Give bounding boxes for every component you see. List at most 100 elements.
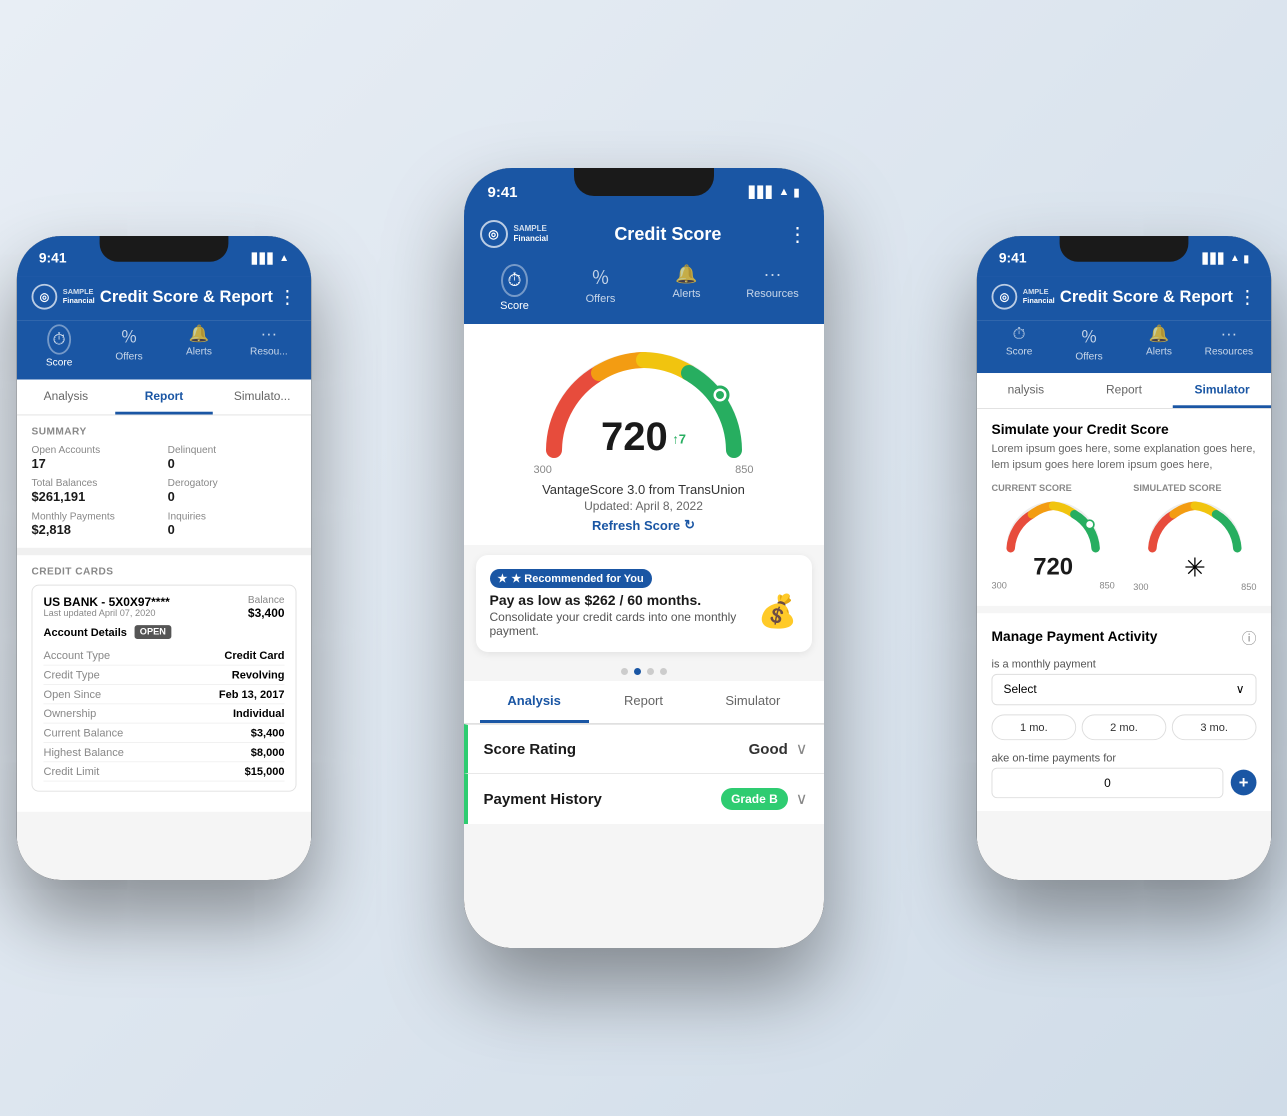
- logo-text-right: AMPLE Financial: [1022, 288, 1054, 306]
- card-account-header: US BANK - 5X0X97**** Last updated April …: [43, 595, 284, 620]
- manage-payment-title: Manage Payment Activity: [991, 629, 1157, 645]
- score-change: ↑7: [672, 432, 686, 447]
- status-icons-right: ▋▋▋ ▲ ▮: [1202, 252, 1248, 264]
- tab-alerts-right[interactable]: 🔔 Alerts: [1131, 324, 1186, 362]
- wifi-icon: ▲: [279, 253, 289, 264]
- score-rating-label: Score Rating: [484, 741, 577, 758]
- analysis-tab-report[interactable]: Report: [589, 681, 698, 723]
- tab-score-center[interactable]: ⏱ Score: [485, 264, 545, 312]
- tab-offers-right[interactable]: ％ Offers: [1061, 324, 1116, 362]
- current-score-label: CURRENT SCORE: [991, 483, 1114, 493]
- tab-resources-right[interactable]: ··· Resources: [1201, 324, 1256, 362]
- score-rating-chevron: ∨: [796, 739, 808, 759]
- detail-current-balance: Current Balance $3,400: [43, 724, 284, 743]
- status-icons-center: ▋▋▋ ▲ ▮: [749, 186, 799, 199]
- summary-delinquent: Delinquent 0: [167, 445, 296, 471]
- tab-nav-right: ⏱ Score ％ Offers 🔔 Alerts ··· Resources: [976, 321, 1270, 373]
- chip-3mo[interactable]: 3 mo.: [1171, 714, 1256, 740]
- tab-resources-left[interactable]: ··· Resou...: [241, 324, 296, 368]
- chip-1mo[interactable]: 1 mo.: [991, 714, 1076, 740]
- menu-icon-left[interactable]: ⋮: [278, 285, 296, 308]
- tab-resources-center[interactable]: ··· Resources: [743, 264, 803, 312]
- tab-alerts-left[interactable]: 🔔 Alerts: [171, 324, 226, 368]
- resources-tab-icon-center: ···: [764, 264, 782, 285]
- tab-offers-label-center: Offers: [586, 293, 616, 305]
- dot-3[interactable]: [647, 668, 654, 675]
- simulated-gauge-svg: [1133, 497, 1256, 552]
- phone-right: 9:41 ▋▋▋ ▲ ▮ ◎ AMPLE Financial Credit Sc…: [976, 236, 1270, 880]
- subtab-report-left[interactable]: Report: [114, 380, 212, 415]
- tab-score-label-center: Score: [500, 300, 529, 312]
- dot-1[interactable]: [621, 668, 628, 675]
- sim-title: Simulate your Credit Score: [991, 422, 1256, 438]
- analysis-tabs: Analysis Report Simulator: [464, 681, 824, 724]
- rec-badge: ★ ★ Recommended for You: [490, 569, 652, 588]
- subtab-simulator-right[interactable]: Simulator: [1173, 373, 1271, 408]
- app-header-center: ◎ SAMPLE Financial Credit Score ⋮: [464, 212, 824, 260]
- plus-button[interactable]: +: [1230, 770, 1256, 796]
- subtab-analysis-left[interactable]: Analysis: [16, 380, 114, 415]
- rec-badge-text: ★ Recommended for You: [511, 572, 643, 585]
- score-source: VantageScore 3.0 from TransUnion: [542, 482, 745, 497]
- dot-2[interactable]: [634, 668, 641, 675]
- score-min: 300: [534, 464, 552, 476]
- tab-offers-center[interactable]: ％ Offers: [571, 264, 631, 312]
- menu-icon-center[interactable]: ⋮: [787, 222, 807, 247]
- subtab-analysis-right[interactable]: nalysis: [976, 373, 1074, 408]
- payment-select[interactable]: Select ∨: [991, 674, 1256, 705]
- account-details-label: Account Details: [43, 626, 126, 639]
- payment-input-row: 0 +: [991, 767, 1256, 797]
- open-badge: OPEN: [134, 625, 171, 639]
- score-range: 300 850: [534, 464, 754, 476]
- offers-tab-icon-right: ％: [1080, 324, 1097, 348]
- select-chevron: ∨: [1235, 682, 1244, 697]
- logo-left: ◎ SAMPLE Financial: [31, 284, 94, 310]
- payment-input[interactable]: 0: [991, 767, 1223, 797]
- detail-account-type: Account Type Credit Card: [43, 646, 284, 665]
- dot-4[interactable]: [660, 668, 667, 675]
- tab-score-right[interactable]: ⏱ Score: [991, 324, 1046, 362]
- scroll-content-left[interactable]: SUMMARY Open Accounts 17 Delinquent 0 To…: [16, 415, 310, 812]
- summary-total-balances: Total Balances $261,191: [31, 478, 160, 504]
- score-tab-icon-right: ⏱: [1012, 324, 1025, 343]
- tab-nav-left: ⏱ Score ％ Offers 🔔 Alerts ··· Resou...: [16, 321, 310, 380]
- detail-open-since: Open Since Feb 13, 2017: [43, 685, 284, 704]
- offers-tab-icon-left: ％: [120, 324, 137, 348]
- score-max: 850: [735, 464, 753, 476]
- tab-score-left[interactable]: ⏱ Score: [31, 324, 86, 368]
- analysis-tab-simulator[interactable]: Simulator: [698, 681, 807, 723]
- simulated-score-atom: ✳: [1133, 552, 1256, 582]
- status-icons-left: ▋▋▋ ▲: [252, 252, 289, 264]
- summary-title: SUMMARY: [31, 426, 296, 437]
- battery-icon-center: ▮: [793, 186, 799, 199]
- chip-2mo[interactable]: 2 mo.: [1081, 714, 1166, 740]
- info-icon[interactable]: ⓘ: [1241, 626, 1256, 648]
- tab-alerts-label-center: Alerts: [672, 288, 700, 300]
- logo-text-left: SAMPLE Financial: [62, 288, 94, 306]
- score-item-payment-history[interactable]: Payment History Grade B ∨: [464, 773, 824, 824]
- sim-desc: Lorem ipsum goes here, some explanation …: [991, 441, 1256, 472]
- scroll-content-right[interactable]: Simulate your Credit Score Lorem ipsum g…: [976, 409, 1270, 811]
- analysis-tab-analysis[interactable]: Analysis: [480, 681, 589, 723]
- simulated-score-gauge: [1133, 497, 1256, 552]
- signal-icon: ▋▋▋: [252, 252, 275, 264]
- app-header-left: ◎ SAMPLE Financial Credit Score & Report…: [16, 276, 310, 320]
- rec-icon: 💰: [758, 592, 798, 630]
- menu-icon-right[interactable]: ⋮: [1238, 285, 1256, 308]
- tab-offers-label-left: Offers: [115, 351, 142, 362]
- tab-alerts-label-left: Alerts: [186, 346, 212, 357]
- refresh-link[interactable]: Refresh Score ↻: [592, 517, 695, 533]
- current-score-range: 300 850: [991, 581, 1114, 591]
- tab-alerts-center[interactable]: 🔔 Alerts: [657, 264, 717, 312]
- wifi-icon-center: ▲: [779, 186, 790, 198]
- time-chips: 1 mo. 2 mo. 3 mo.: [991, 714, 1256, 740]
- recommendation-card[interactable]: ★ ★ Recommended for You Pay as low as $2…: [476, 555, 812, 652]
- subtab-report-right[interactable]: Report: [1074, 373, 1172, 408]
- score-rating-right: Good ∨: [749, 739, 808, 759]
- tab-score-label-right: Score: [1005, 346, 1031, 357]
- detail-credit-type: Credit Type Revolving: [43, 666, 284, 685]
- logo-right: ◎ AMPLE Financial: [991, 284, 1054, 310]
- score-item-rating[interactable]: Score Rating Good ∨: [464, 724, 824, 773]
- subtab-simulator-left[interactable]: Simulato...: [213, 380, 311, 415]
- tab-offers-left[interactable]: ％ Offers: [101, 324, 156, 368]
